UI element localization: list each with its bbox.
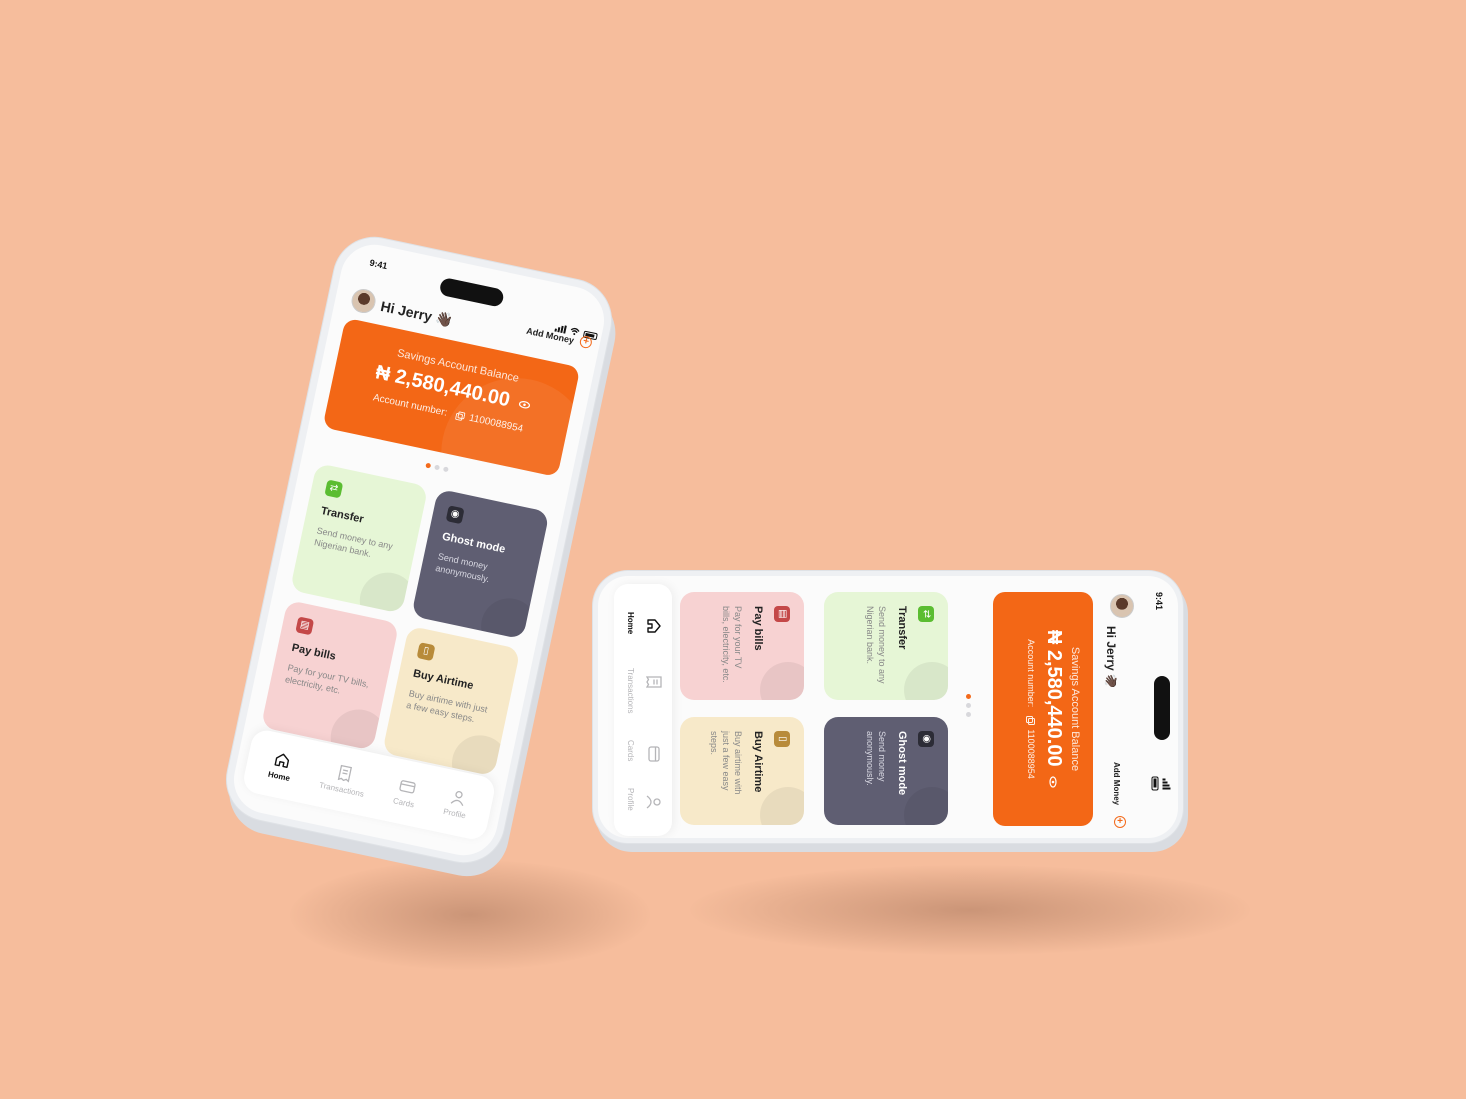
balance-amount: ₦ 2,580,440.00 bbox=[1042, 592, 1065, 826]
landscape-phone: Home Transactions Cards Profile ▤ Pay bi… bbox=[598, 576, 1178, 838]
account-row: Account number: 1100088954 bbox=[1025, 592, 1036, 826]
balance-content: Savings Account Balance ₦ 2,580,440.00 A… bbox=[993, 592, 1093, 826]
tile-desc: Buy airtime with just a few easy steps. bbox=[709, 731, 743, 795]
phone-shadow bbox=[290, 860, 650, 970]
tile-content: ▤ Pay bills Pay for your TV bills, elect… bbox=[680, 592, 804, 700]
account-number: 1100088954 bbox=[1026, 729, 1036, 779]
tile-content: ⇄ Transfer Send money to any Nigerian ba… bbox=[824, 592, 948, 700]
nav-profile[interactable]: Profile bbox=[443, 787, 471, 820]
tile-content: ▯ Buy Airtime Buy airtime with just a fe… bbox=[680, 717, 804, 825]
carousel-dot[interactable] bbox=[424, 462, 431, 469]
tile-desc: Send money to any Nigerian bank. bbox=[865, 606, 887, 684]
ghost-icon: ◉ bbox=[445, 505, 465, 525]
transfer-icon: ⇄ bbox=[324, 479, 344, 499]
carousel-dot[interactable] bbox=[965, 703, 971, 708]
status-time: 9:41 bbox=[1154, 592, 1164, 611]
nav-label: Home bbox=[626, 612, 635, 635]
nav-transactions[interactable]: Transactions bbox=[318, 760, 369, 798]
home-icon bbox=[274, 753, 290, 768]
balance-value: ₦ 2,580,440.00 bbox=[1043, 629, 1065, 767]
balance-card[interactable]: Savings Account Balance ₦ 2,580,440.00 A… bbox=[993, 592, 1093, 826]
carousel-dot[interactable] bbox=[442, 466, 449, 473]
nav-profile[interactable]: Profile bbox=[614, 780, 672, 838]
ghost-icon: ◉ bbox=[918, 731, 934, 747]
transfer-tile[interactable]: ⇄ Transfer Send money to any Nigerian ba… bbox=[824, 592, 948, 700]
nav-home[interactable]: Home bbox=[267, 750, 295, 783]
bill-icon: ▤ bbox=[295, 616, 315, 636]
phone-shadow bbox=[690, 865, 1250, 955]
nav-label: Profile bbox=[442, 806, 467, 820]
receipt-icon bbox=[646, 676, 662, 688]
account-number: 1100088954 bbox=[468, 412, 524, 435]
tile-desc: Pay for your TV bills, electricity, etc. bbox=[721, 606, 743, 683]
status-icons bbox=[1151, 776, 1171, 791]
nav-label: Transactions bbox=[626, 668, 635, 714]
nav-label: Cards bbox=[392, 795, 416, 809]
account-label: Account number: bbox=[1026, 639, 1036, 708]
buy-airtime-tile[interactable]: ▯ Buy Airtime Buy airtime with just a fe… bbox=[680, 717, 804, 825]
pay-bills-tile[interactable]: ▤ Pay bills Pay for your TV bills, elect… bbox=[680, 592, 804, 700]
tile-title: Ghost mode bbox=[896, 731, 908, 796]
tile-title: Transfer bbox=[896, 606, 908, 650]
buy-airtime-tile[interactable]: ▯ Buy Airtime Buy airtime with just a fe… bbox=[382, 625, 521, 777]
card-icon bbox=[648, 746, 660, 762]
portrait-phone: 9:41 Hi Jerry 👋🏿 Add Money + Savings Acc… bbox=[227, 238, 611, 862]
carousel-dot[interactable] bbox=[433, 464, 440, 471]
phone-icon: ▯ bbox=[774, 731, 790, 747]
transfer-tile[interactable]: ⇄ Transfer Send money to any Nigerian ba… bbox=[289, 462, 429, 614]
profile-icon bbox=[646, 795, 661, 809]
eye-icon[interactable] bbox=[1049, 776, 1057, 788]
avatar[interactable] bbox=[349, 286, 378, 316]
copy-icon[interactable] bbox=[1025, 715, 1035, 725]
copy-icon[interactable] bbox=[455, 411, 466, 422]
battery-icon bbox=[1151, 776, 1159, 791]
profile-icon bbox=[450, 790, 464, 806]
signal-icon bbox=[1162, 778, 1171, 789]
status-time: 9:41 bbox=[368, 257, 389, 272]
receipt-icon bbox=[337, 764, 353, 783]
carousel-dots bbox=[964, 694, 972, 717]
nav-label: Profile bbox=[626, 788, 635, 811]
transfer-icon: ⇄ bbox=[918, 606, 934, 622]
nav-label: Transactions bbox=[318, 780, 365, 799]
phone-icon: ▯ bbox=[416, 642, 436, 662]
tile-title: Pay bills bbox=[752, 606, 764, 651]
avatar[interactable] bbox=[1110, 594, 1134, 618]
dynamic-island bbox=[1154, 676, 1170, 740]
ghost-mode-tile[interactable]: ◉ Ghost mode Send money anonymously. bbox=[824, 717, 948, 825]
tile-content: ◉ Ghost mode Send money anonymously. bbox=[824, 717, 948, 825]
side-nav: Home Transactions Cards Profile bbox=[614, 584, 672, 836]
home-icon bbox=[647, 619, 661, 633]
tile-title: Buy Airtime bbox=[752, 731, 764, 793]
nav-label: Cards bbox=[626, 740, 635, 762]
nav-home[interactable]: Home bbox=[614, 604, 672, 664]
carousel-dot[interactable] bbox=[965, 694, 971, 699]
tile-desc: Send money anonymously. bbox=[865, 731, 887, 786]
header: Hi Jerry 👋🏿 Add Money + bbox=[1098, 586, 1158, 828]
balance-label: Savings Account Balance bbox=[1069, 646, 1081, 772]
add-money-link[interactable]: Add Money bbox=[1112, 762, 1121, 805]
greeting: Hi Jerry 👋🏿 bbox=[1104, 626, 1118, 689]
pay-bills-tile[interactable]: ▤ Pay bills Pay for your TV bills, elect… bbox=[260, 599, 400, 751]
ghost-mode-tile[interactable]: ◉ Ghost mode Send money anonymously. bbox=[411, 488, 550, 640]
carousel-dot[interactable] bbox=[965, 712, 971, 717]
greeting: Hi Jerry 👋🏿 bbox=[379, 297, 455, 329]
nav-label: Home bbox=[267, 769, 291, 783]
eye-icon[interactable] bbox=[518, 399, 531, 409]
plus-circle-icon[interactable]: + bbox=[1114, 816, 1126, 828]
nav-transactions[interactable]: Transactions bbox=[614, 660, 672, 720]
card-icon bbox=[398, 779, 416, 793]
bill-icon: ▤ bbox=[774, 606, 790, 622]
nav-cards[interactable]: Cards bbox=[392, 776, 419, 809]
